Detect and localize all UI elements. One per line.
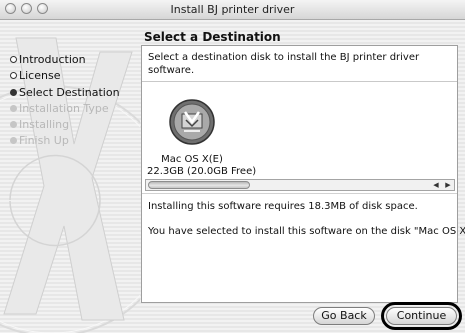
step-finish-up: Finish Up: [10, 133, 120, 149]
disk-size: 22.3GB (20.0GB Free): [147, 166, 257, 177]
hard-disk-icon[interactable]: [168, 98, 216, 146]
go-back-button[interactable]: Go Back: [313, 307, 375, 325]
space-requirement-text: Installing this software requires 18.3MB…: [148, 201, 418, 212]
horizontal-scrollbar[interactable]: ◀ ▶: [145, 179, 455, 191]
selection-text: You have selected to install this softwa…: [148, 226, 465, 237]
scrollbar-thumb[interactable]: [148, 181, 250, 189]
installer-steps: Introduction License Select Destination …: [10, 52, 120, 150]
step-bullet-icon: [10, 121, 17, 129]
highlight-ring: [381, 302, 462, 330]
destination-panel: Select a destination disk to install the…: [141, 45, 465, 303]
scroll-right-icon[interactable]: ▶: [442, 180, 454, 190]
scroll-left-icon[interactable]: ◀: [430, 180, 442, 190]
step-bullet-icon: [10, 104, 17, 112]
instruction-text: Select a destination disk to install the…: [148, 52, 420, 76]
page-heading: Select a Destination: [144, 30, 281, 44]
step-select-destination: Select Destination: [10, 85, 120, 101]
step-installation-type: Installation Type: [10, 101, 120, 117]
disk-name: Mac OS X(E): [161, 154, 223, 165]
title-bar[interactable]: Install BJ printer driver: [0, 0, 465, 20]
window-title: Install BJ printer driver: [170, 3, 295, 16]
step-bullet-icon: [10, 88, 17, 96]
step-introduction: Introduction: [10, 52, 120, 68]
installer-window: Install BJ printer driver Introduction L…: [0, 0, 465, 333]
step-bullet-icon: [10, 56, 17, 63]
step-bullet-icon: [10, 72, 17, 80]
divider: [142, 193, 457, 194]
step-bullet-icon: [10, 137, 17, 145]
step-installing: Installing: [10, 117, 120, 133]
divider: [142, 81, 457, 82]
step-license: License: [10, 68, 120, 84]
